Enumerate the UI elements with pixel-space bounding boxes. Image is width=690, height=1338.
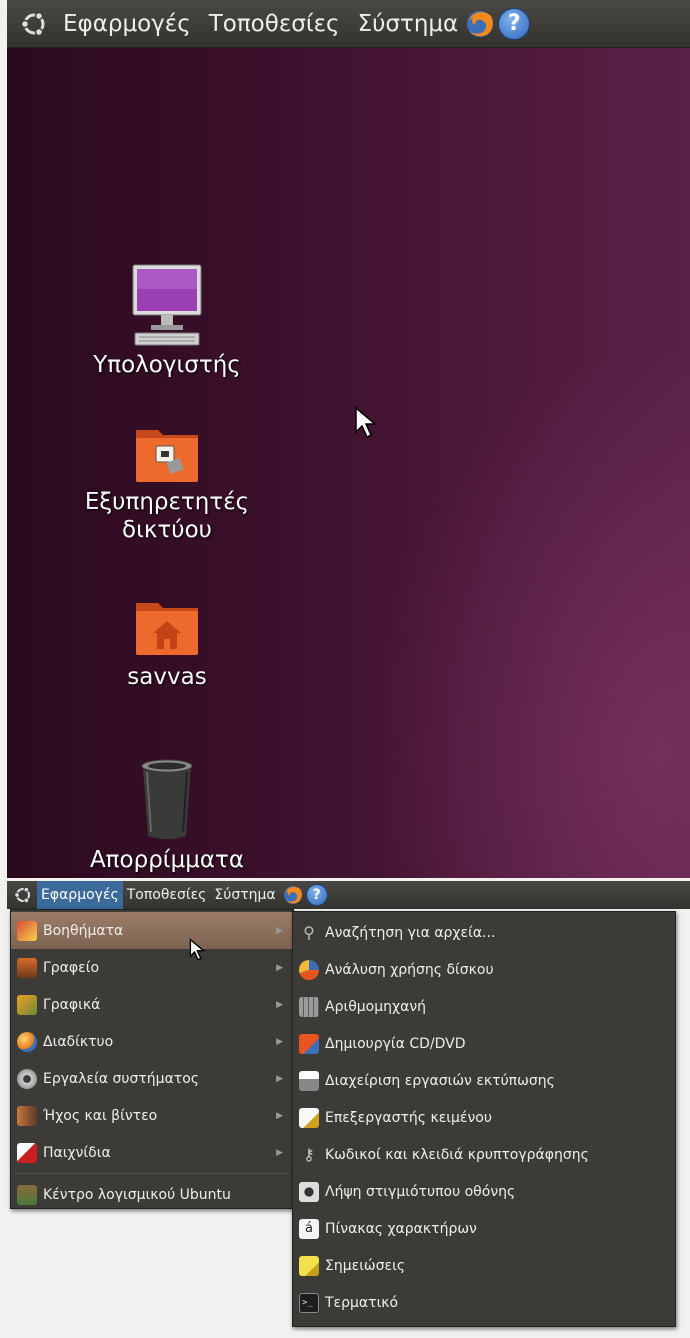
ubuntu-logo-icon[interactable] [19,9,49,39]
accessories-icon [17,920,37,941]
menu-item-label: Βοηθήματα [43,922,124,939]
submenu-item-cd-dvd[interactable]: Δημιουργία CD/DVD [293,1025,675,1062]
calculator-icon [299,996,319,1017]
firefox-icon[interactable] [282,884,304,906]
system-tools-icon [17,1068,37,1089]
menu-item-internet[interactable]: Διαδίκτυο ▶ [11,1023,293,1060]
menu-system[interactable]: Σύστημα [358,11,459,37]
mouse-pointer-icon [355,406,378,439]
network-servers-icon [136,430,198,482]
applications-menu: Βοηθήματα ▶ Γραφείο ▶ Γραφικά ▶ Διαδίκτυ… [10,909,294,1209]
search-icon: ⚲ [303,922,315,942]
office-icon [17,957,37,978]
desktop-icon-network-servers[interactable]: Εξυπηρετητές δικτύου [67,420,267,544]
text-editor-icon [299,1107,319,1128]
submenu-item-label: Αναζήτηση για αρχεία... [325,924,496,941]
menu-item-label: Κέντρο λογισμικού Ubuntu [43,1186,231,1203]
menu-item-games[interactable]: Παιχνίδια ▶ [11,1134,293,1171]
submenu-item-screenshot[interactable]: Λήψη στιγμιότυπου οθόνης [293,1173,675,1210]
menu-item-label: Εργαλεία συστήματος [43,1070,200,1087]
desktop-icon-home-folder[interactable]: savvas [67,595,267,691]
submenu-item-label: Πίνακας χαρακτήρων [325,1220,477,1237]
desktop-icon-label: Εξυπηρετητές [84,489,250,515]
keys-icon: ⚷ [303,1144,315,1164]
desktop-icon-label: Υπολογιστής [93,352,241,378]
submenu-item-label: Διαχείριση εργασιών εκτύπωσης [325,1072,555,1089]
submenu-item-notes[interactable]: Σημειώσεις [293,1247,675,1284]
bottom-panel: Εφαρμογές Τοποθεσίες Σύστημα ? [7,881,690,909]
submenu-item-print-jobs[interactable]: Διαχείριση εργασιών εκτύπωσης [293,1062,675,1099]
menu-item-label: Γραφείο [43,959,100,976]
submenu-item-keys[interactable]: ⚷ Κωδικοί και κλειδιά κρυπτογράφησης [293,1136,675,1173]
menu-item-graphics[interactable]: Γραφικά ▶ [11,986,293,1023]
terminal-icon: >_ [299,1292,319,1313]
menu-item-label: Παιχνίδια [43,1144,111,1161]
ubuntu-logo-icon[interactable] [13,885,33,905]
submenu-item-character-map[interactable]: á Πίνακας χαρακτήρων [293,1210,675,1247]
menu-applications[interactable]: Εφαρμογές [63,11,191,37]
mouse-pointer-icon [189,938,206,961]
submenu-arrow-icon: ▶ [276,1110,283,1121]
menu-item-sound-video[interactable]: Ήχος και βίντεο ▶ [11,1097,293,1134]
submenu-item-disk-usage[interactable]: Ανάλυση χρήσης δίσκου [293,951,675,988]
firefox-icon[interactable] [464,8,496,40]
character-map-icon: á [299,1218,319,1239]
desktop-icon-computer[interactable]: Υπολογιστής [67,263,267,379]
menu-applications-open[interactable]: Εφαρμογές [37,881,123,909]
desktop: Υπολογιστής Εξυπηρετητές δικτύου savvas [7,48,690,878]
cd-dvd-creator-icon [299,1033,319,1054]
disk-usage-icon [299,959,319,980]
software-center-icon [17,1184,37,1205]
desktop-icon-label: savvas [127,664,207,690]
internet-icon [17,1031,37,1052]
desktop-icon-trash[interactable]: Απορρίμματα [67,758,267,874]
menu-item-system-tools[interactable]: Εργαλεία συστήματος ▶ [11,1060,293,1097]
submenu-item-search-files[interactable]: ⚲ Αναζήτηση για αρχεία... [293,914,675,951]
menu-system[interactable]: Σύστημα [210,881,279,909]
submenu-arrow-icon: ▶ [276,1073,283,1084]
submenu-item-label: Σημειώσεις [325,1257,406,1274]
submenu-arrow-icon: ▶ [276,1036,283,1047]
menu-item-label: Ήχος και βίντεο [43,1107,158,1124]
menu-item-software-center[interactable]: Κέντρο λογισμικού Ubuntu [11,1176,293,1213]
submenu-item-calculator[interactable]: Αριθμομηχανή [293,988,675,1025]
desktop-icon-label-line2: δικτύου [122,517,212,543]
submenu-arrow-icon: ▶ [276,1147,283,1158]
sound-video-icon [17,1105,37,1126]
submenu-arrow-icon: ▶ [276,962,283,973]
notes-icon [299,1255,319,1276]
submenu-item-label: Αριθμομηχανή [325,998,427,1015]
accessories-submenu: ⚲ Αναζήτηση για αρχεία... Ανάλυση χρήσης… [292,911,676,1327]
submenu-item-label: Ανάλυση χρήσης δίσκου [325,961,494,978]
computer-icon [132,264,202,346]
graphics-icon [17,994,37,1015]
trash-icon [141,759,193,839]
menu-item-accessories[interactable]: Βοηθήματα ▶ [11,912,293,949]
desktop-icon-label: Απορρίμματα [89,847,245,873]
top-panel: Εφαρμογές Τοποθεσίες Σύστημα ? [7,0,690,48]
submenu-item-terminal[interactable]: >_ Τερματικό [293,1284,675,1321]
submenu-item-label: Δημιουργία CD/DVD [325,1035,466,1052]
help-glyph: ? [312,887,321,903]
printer-icon [299,1070,319,1091]
submenu-arrow-icon: ▶ [276,999,283,1010]
submenu-item-text-editor[interactable]: Επεξεργαστής κειμένου [293,1099,675,1136]
submenu-item-label: Λήψη στιγμιότυπου οθόνης [325,1183,516,1200]
submenu-item-label: Κωδικοί και κλειδιά κρυπτογράφησης [325,1146,589,1163]
menu-places[interactable]: Τοποθεσίες [123,881,211,909]
help-glyph: ? [507,11,521,36]
menu-places[interactable]: Τοποθεσίες [209,11,340,37]
submenu-arrow-icon: ▶ [276,925,283,936]
games-icon [17,1142,37,1163]
menu-item-office[interactable]: Γραφείο ▶ [11,949,293,986]
menu-item-label: Γραφικά [43,996,101,1013]
submenu-item-label: Τερματικό [325,1294,399,1311]
help-icon[interactable]: ? [305,884,328,906]
home-folder-icon [136,603,198,655]
help-icon[interactable]: ? [498,7,531,40]
screenshot-icon [299,1181,319,1202]
submenu-item-label: Επεξεργαστής κειμένου [325,1109,492,1126]
menu-separator [15,1173,289,1174]
menu-item-label: Διαδίκτυο [43,1033,114,1050]
